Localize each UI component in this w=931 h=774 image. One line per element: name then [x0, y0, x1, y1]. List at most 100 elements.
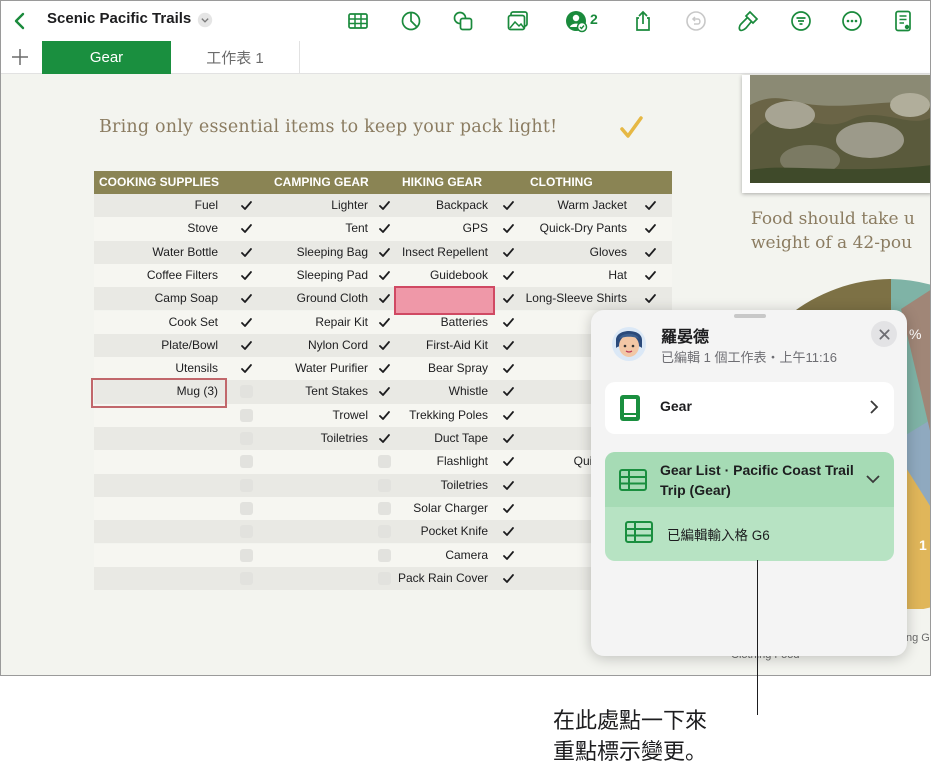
table-cell[interactable]: Nylon Cord	[244, 334, 368, 357]
header-clothing[interactable]: CLOTHING	[530, 175, 593, 189]
activity-table-item[interactable]: Gear List · Pacific Coast Trail Trip (Ge…	[605, 452, 894, 561]
checkbox-empty[interactable]	[378, 455, 391, 469]
checkmark-icon[interactable]	[378, 385, 391, 398]
table-icon[interactable]	[345, 8, 371, 34]
checkmark-icon[interactable]	[644, 292, 657, 305]
share-icon[interactable]	[630, 8, 656, 34]
tab-sheet-1[interactable]: 工作表 1	[171, 41, 300, 74]
checkmark-icon[interactable]	[378, 246, 391, 259]
chevron-down-icon[interactable]	[195, 10, 215, 30]
activity-table-header[interactable]: Gear List · Pacific Coast Trail Trip (Ge…	[605, 452, 894, 507]
table-cell[interactable]: Stove	[94, 217, 218, 240]
table-cell[interactable]: Fuel	[94, 194, 218, 217]
checkmark-icon[interactable]	[502, 572, 515, 585]
checkmark-icon[interactable]	[502, 455, 515, 468]
table-cell[interactable]: GPS	[394, 217, 488, 240]
table-cell[interactable]: Trowel	[244, 404, 368, 427]
organize-icon[interactable]	[788, 8, 814, 34]
document-title[interactable]: Scenic Pacific Trails	[47, 10, 191, 27]
table-cell[interactable]: Camp Soap	[94, 287, 218, 310]
table-cell[interactable]: Repair Kit	[244, 311, 368, 334]
table-cell[interactable]: Pocket Knife	[394, 520, 488, 543]
panel-grabber[interactable]	[734, 314, 766, 318]
checkmark-icon[interactable]	[502, 549, 515, 562]
table-cell[interactable]: Sleeping Pad	[244, 264, 368, 287]
table-cell[interactable]: Long-Sleeve Shirts	[519, 287, 627, 310]
table-cell[interactable]: First-Aid Kit	[394, 334, 488, 357]
table-cell[interactable]	[94, 497, 218, 520]
table-cell[interactable]	[94, 450, 218, 473]
table-cell[interactable]	[94, 427, 218, 450]
table-cell[interactable]	[94, 567, 218, 590]
checkmark-icon[interactable]	[644, 199, 657, 212]
undo-icon[interactable]	[683, 8, 709, 34]
checkmark-icon[interactable]	[644, 269, 657, 282]
table-cell[interactable]: Gloves	[519, 241, 627, 264]
chevron-left-icon[interactable]	[7, 8, 33, 34]
table-cell[interactable]: Flashlight	[394, 450, 488, 473]
checkmark-icon[interactable]	[644, 222, 657, 235]
trail-photo[interactable]	[742, 75, 930, 193]
table-cell[interactable]	[94, 474, 218, 497]
table-cell[interactable]: Lighter	[244, 194, 368, 217]
checkmark-icon[interactable]	[502, 292, 515, 305]
checkmark-icon[interactable]	[378, 362, 391, 375]
table-cell[interactable]: Cook Set	[94, 311, 218, 334]
table-cell[interactable]	[244, 497, 368, 520]
checkmark-icon[interactable]	[378, 292, 391, 305]
checkbox-empty[interactable]	[378, 525, 391, 539]
checkmark-icon[interactable]	[502, 502, 515, 515]
table-cell[interactable]: Utensils	[94, 357, 218, 380]
table-cell[interactable]: Plate/Bowl	[94, 334, 218, 357]
tab-gear[interactable]: Gear	[42, 41, 171, 74]
table-cell[interactable]	[94, 544, 218, 567]
table-cell[interactable]: Camera	[394, 544, 488, 567]
checkmark-icon[interactable]	[502, 199, 515, 212]
collaborate-icon[interactable]	[563, 8, 589, 34]
checkmark-icon[interactable]	[378, 409, 391, 422]
document-icon[interactable]	[890, 8, 916, 34]
checkmark-icon[interactable]	[378, 199, 391, 212]
table-cell[interactable]	[94, 520, 218, 543]
checkmark-icon[interactable]	[502, 316, 515, 329]
activity-change-item[interactable]: 已編輯輸入格 G6	[667, 524, 770, 544]
checkmark-icon[interactable]	[644, 246, 657, 259]
checkmark-icon[interactable]	[378, 316, 391, 329]
activity-sheet-item[interactable]: Gear	[605, 382, 894, 434]
table-cell[interactable]: Pack Rain Cover	[394, 567, 488, 590]
media-icon[interactable]	[505, 8, 531, 34]
checkbox-empty[interactable]	[378, 571, 391, 585]
chart-icon[interactable]	[398, 8, 424, 34]
table-cell[interactable]: Solar Charger	[394, 497, 488, 520]
checkmark-icon[interactable]	[378, 222, 391, 235]
checkmark-icon[interactable]	[502, 362, 515, 375]
table-cell[interactable]: Bear Spray	[394, 357, 488, 380]
checkmark-icon[interactable]	[502, 339, 515, 352]
table-cell[interactable]	[244, 544, 368, 567]
table-cell[interactable]: Backpack	[394, 194, 488, 217]
table-cell[interactable]: Toiletries	[244, 427, 368, 450]
table-cell[interactable]: Quick-Dry Pants	[519, 217, 627, 240]
table-cell[interactable]: Hat	[519, 264, 627, 287]
checkmark-icon[interactable]	[378, 432, 391, 445]
checkmark-icon[interactable]	[502, 385, 515, 398]
checkmark-icon[interactable]	[502, 246, 515, 259]
table-cell[interactable]: Coffee Filters	[94, 264, 218, 287]
shape-icon[interactable]	[450, 8, 476, 34]
table-cell[interactable]: Water Purifier	[244, 357, 368, 380]
table-cell[interactable]	[244, 520, 368, 543]
table-cell[interactable]: Water Bottle	[94, 241, 218, 264]
checkmark-icon[interactable]	[378, 339, 391, 352]
table-cell[interactable]: Duct Tape	[394, 427, 488, 450]
table-cell[interactable]	[244, 567, 368, 590]
table-cell[interactable]: Tent Stakes	[244, 380, 368, 403]
table-cell[interactable]	[244, 450, 368, 473]
checkmark-icon[interactable]	[378, 269, 391, 282]
checkbox-empty[interactable]	[378, 501, 391, 515]
checkmark-icon[interactable]	[502, 269, 515, 282]
plus-icon[interactable]	[9, 46, 31, 68]
table-cell[interactable]: Guidebook	[394, 264, 488, 287]
header-hiking-gear[interactable]: HIKING GEAR	[402, 175, 482, 189]
checkmark-icon[interactable]	[502, 409, 515, 422]
close-button[interactable]	[871, 321, 897, 347]
